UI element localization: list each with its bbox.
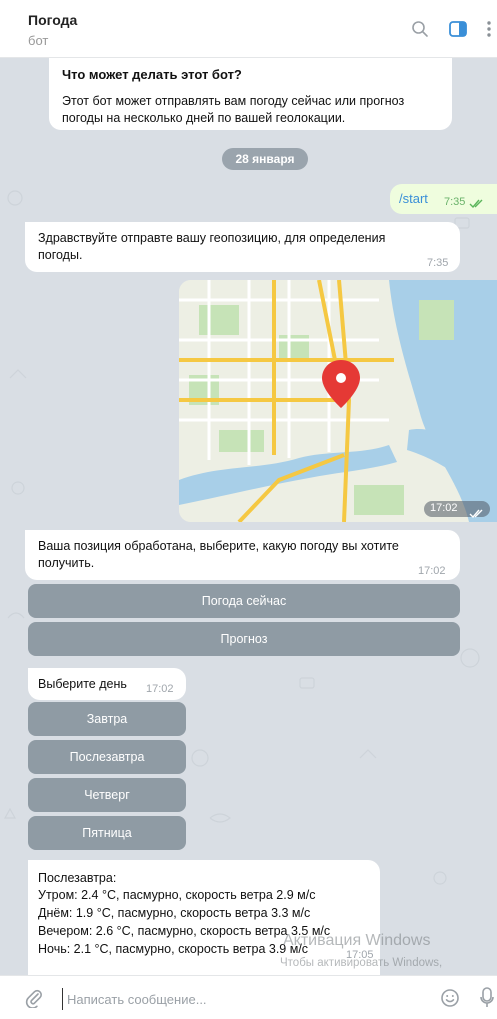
message-time: 17:02: [418, 565, 446, 577]
day-button-friday[interactable]: Пятница: [28, 816, 186, 850]
microphone-icon[interactable]: [480, 987, 494, 1014]
windows-activation-subtitle: Чтобы активировать Windows,: [280, 957, 443, 969]
more-icon[interactable]: [482, 18, 496, 40]
incoming-message-processed: Ваша позиция обработана, выберите, какую…: [25, 530, 460, 580]
emoji-icon[interactable]: [440, 988, 460, 1013]
command-link[interactable]: /start: [399, 190, 428, 207]
message-composer: [0, 975, 497, 1019]
location-map[interactable]: 17:02: [179, 280, 497, 522]
message-time: 7:35: [427, 257, 449, 269]
chat-title[interactable]: Погода: [28, 12, 77, 28]
windows-activation-title: Активация Windows: [283, 932, 431, 949]
double-check-icon: [469, 505, 485, 522]
day-button-thursday[interactable]: Четверг: [28, 778, 186, 812]
forecast-line-night: Ночь: 2.1 °C, пасмурно, скорость ветра 3…: [38, 942, 309, 956]
weather-now-button[interactable]: Погода сейчас: [28, 584, 460, 618]
search-icon[interactable]: [409, 18, 431, 40]
forecast-line-day: Днём: 1.9 °C, пасмурно, скорость ветра 3…: [38, 906, 311, 920]
attach-icon[interactable]: [24, 988, 44, 1013]
date-divider: 28 января: [222, 148, 308, 170]
incoming-message-choose-day: Выберите день 17:02: [28, 668, 186, 700]
forecast-button[interactable]: Прогноз: [28, 622, 460, 656]
message-time: 17:02: [430, 502, 458, 514]
double-check-icon: [469, 196, 485, 213]
chat-status: бот: [28, 33, 49, 48]
message-time: 17:02: [146, 683, 174, 695]
message-input[interactable]: [62, 988, 429, 1010]
outgoing-message-start[interactable]: /start 7:35: [390, 184, 497, 214]
bot-intro-title: Что может делать этот бот?: [62, 67, 242, 82]
forecast-line-morning: Утром: 2.4 °C, пасмурно, скорость ветра …: [38, 888, 316, 902]
chat-header: Погода бот: [0, 0, 497, 58]
message-text: Ваша позиция обработана, выберите, какую…: [38, 539, 399, 570]
message-text: Выберите день: [38, 677, 127, 691]
incoming-message-greeting: Здравствуйте отправте вашу геопозицию, д…: [25, 222, 460, 272]
day-button-tomorrow[interactable]: Завтра: [28, 702, 186, 736]
message-text: Здравствуйте отправте вашу геопозицию, д…: [38, 231, 386, 262]
bot-intro-bubble: Что может делать этот бот? Этот бот може…: [49, 58, 452, 130]
forecast-heading: Послезавтра:: [38, 871, 117, 885]
bot-intro-text: Этот бот может отправлять вам погоду сей…: [62, 94, 405, 125]
map-time-badge: 17:02: [424, 501, 490, 519]
sidebar-panel-icon[interactable]: [447, 18, 469, 40]
chat-area[interactable]: Что может делать этот бот? Этот бот може…: [0, 58, 497, 975]
message-time: 7:35: [444, 196, 466, 208]
day-button-day-after[interactable]: Послезавтра: [28, 740, 186, 774]
